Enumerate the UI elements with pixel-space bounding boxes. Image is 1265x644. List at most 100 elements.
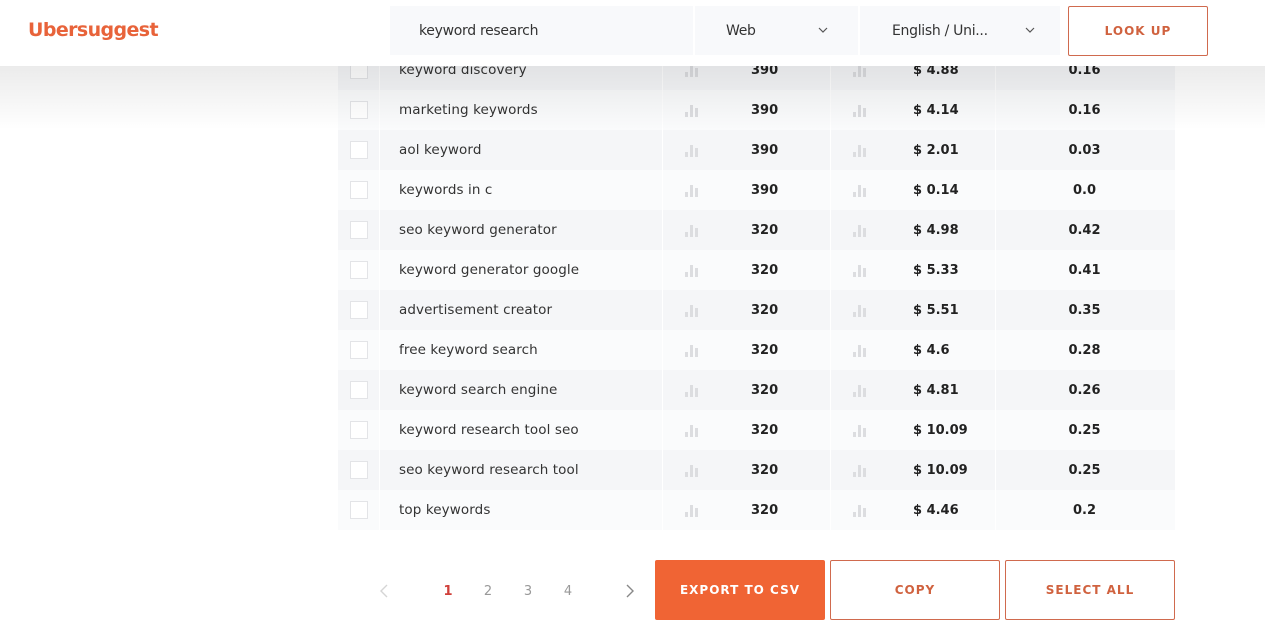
cpc-cell: $ 2.01	[831, 130, 996, 170]
cpc-cell: $ 5.33	[831, 250, 996, 290]
row-checkbox[interactable]	[349, 261, 368, 279]
trend-chart-icon[interactable]	[683, 502, 699, 518]
trend-chart-icon[interactable]	[683, 262, 699, 278]
search-volume: 320	[751, 342, 779, 358]
trend-chart-icon[interactable]	[851, 422, 867, 438]
trend-chart-icon[interactable]	[683, 142, 699, 158]
search-volume: 320	[751, 222, 779, 238]
search-volume: 320	[751, 462, 779, 478]
trend-chart-icon[interactable]	[683, 102, 699, 118]
platform-select[interactable]: Web	[695, 6, 858, 55]
checkbox-cell	[338, 250, 380, 290]
trend-chart-icon[interactable]	[851, 302, 867, 318]
trend-chart-icon[interactable]	[683, 342, 699, 358]
row-checkbox[interactable]	[349, 341, 368, 359]
page-1[interactable]: 1	[438, 584, 458, 599]
volume-cell: 320	[663, 450, 831, 490]
checkbox-cell	[338, 290, 380, 330]
cpc-cell: $ 10.09	[831, 450, 996, 490]
cpc-value: $ 10.09	[913, 422, 968, 438]
competition-cell: 0.0	[996, 170, 1175, 210]
cpc-value: $ 4.46	[913, 502, 959, 518]
row-checkbox[interactable]	[349, 301, 368, 319]
chevron-left-icon[interactable]	[378, 584, 390, 598]
volume-cell: 320	[663, 490, 831, 530]
row-checkbox[interactable]	[349, 501, 368, 519]
search-volume: 320	[751, 302, 779, 318]
volume-cell: 320	[663, 250, 831, 290]
checkbox-cell	[338, 490, 380, 530]
copy-button[interactable]: COPY	[830, 560, 1000, 620]
trend-chart-icon[interactable]	[683, 182, 699, 198]
checkbox-cell	[338, 210, 380, 250]
keyword-text: free keyword search	[399, 342, 538, 358]
competition-cell: 0.25	[996, 450, 1175, 490]
row-checkbox[interactable]	[349, 221, 368, 239]
trend-chart-icon[interactable]	[683, 302, 699, 318]
search-volume: 320	[751, 262, 779, 278]
competition-cell: 0.35	[996, 290, 1175, 330]
row-checkbox[interactable]	[349, 141, 368, 159]
search-volume: 390	[751, 182, 779, 198]
checkbox-cell	[338, 170, 380, 210]
competition-value: 0.35	[1068, 302, 1101, 318]
page-2[interactable]: 2	[478, 584, 498, 599]
volume-cell: 320	[663, 370, 831, 410]
look-up-button[interactable]: LOOK UP	[1068, 6, 1208, 56]
trend-chart-icon[interactable]	[683, 382, 699, 398]
competition-cell: 0.26	[996, 370, 1175, 410]
row-checkbox[interactable]	[349, 181, 368, 199]
page-4[interactable]: 4	[558, 584, 578, 599]
row-checkbox[interactable]	[349, 461, 368, 479]
pagination: 1 2 3 4	[370, 560, 650, 620]
page-3[interactable]: 3	[518, 584, 538, 599]
trend-chart-icon[interactable]	[851, 382, 867, 398]
competition-value: 0.25	[1068, 462, 1101, 478]
row-checkbox[interactable]	[349, 101, 368, 119]
trend-chart-icon[interactable]	[851, 142, 867, 158]
trend-chart-icon[interactable]	[851, 182, 867, 198]
competition-cell: 0.41	[996, 250, 1175, 290]
competition-cell: 0.2	[996, 490, 1175, 530]
search-volume: 320	[751, 502, 779, 518]
trend-chart-icon[interactable]	[683, 462, 699, 478]
checkbox-cell	[338, 90, 380, 130]
table-row: seo keyword generator 320 $ 4.98 0.42	[338, 210, 1175, 250]
checkbox-cell	[338, 130, 380, 170]
cpc-value: $ 4.81	[913, 382, 959, 398]
trend-chart-icon[interactable]	[851, 262, 867, 278]
competition-value: 0.2	[1072, 502, 1097, 518]
row-checkbox[interactable]	[349, 421, 368, 439]
competition-value: 0.41	[1068, 262, 1101, 278]
keyword-cell: keywords in c	[380, 170, 663, 210]
trend-chart-icon[interactable]	[851, 462, 867, 478]
keyword-search-input[interactable]	[390, 6, 693, 55]
select-all-button[interactable]: SELECT ALL	[1005, 560, 1175, 620]
keyword-text: advertisement creator	[399, 302, 553, 318]
chevron-down-icon	[818, 27, 828, 33]
cpc-value: $ 5.51	[913, 302, 959, 318]
keyword-cell: seo keyword generator	[380, 210, 663, 250]
trend-chart-icon[interactable]	[683, 222, 699, 238]
search-volume: 390	[751, 102, 779, 118]
export-to-csv-button[interactable]: EXPORT TO CSV	[655, 560, 825, 620]
keyword-cell: free keyword search	[380, 330, 663, 370]
cpc-cell: $ 0.14	[831, 170, 996, 210]
chevron-right-icon[interactable]	[624, 584, 636, 598]
checkbox-cell	[338, 370, 380, 410]
trend-chart-icon[interactable]	[683, 422, 699, 438]
cpc-value: $ 4.14	[913, 102, 959, 118]
keyword-text: seo keyword generator	[399, 222, 557, 238]
language-select[interactable]: English / Uni...	[860, 6, 1060, 55]
row-checkbox[interactable]	[349, 381, 368, 399]
trend-chart-icon[interactable]	[851, 502, 867, 518]
trend-chart-icon[interactable]	[851, 102, 867, 118]
platform-select-value: Web	[726, 22, 756, 39]
checkbox-cell	[338, 410, 380, 450]
table-row: keyword research tool seo 320 $ 10.09 0.25	[338, 410, 1175, 450]
cpc-value: $ 4.98	[913, 222, 959, 238]
trend-chart-icon[interactable]	[851, 222, 867, 238]
ubersuggest-logo[interactable]: Ubersuggest	[28, 19, 159, 41]
table-row: free keyword search 320 $ 4.6 0.28	[338, 330, 1175, 370]
trend-chart-icon[interactable]	[851, 342, 867, 358]
